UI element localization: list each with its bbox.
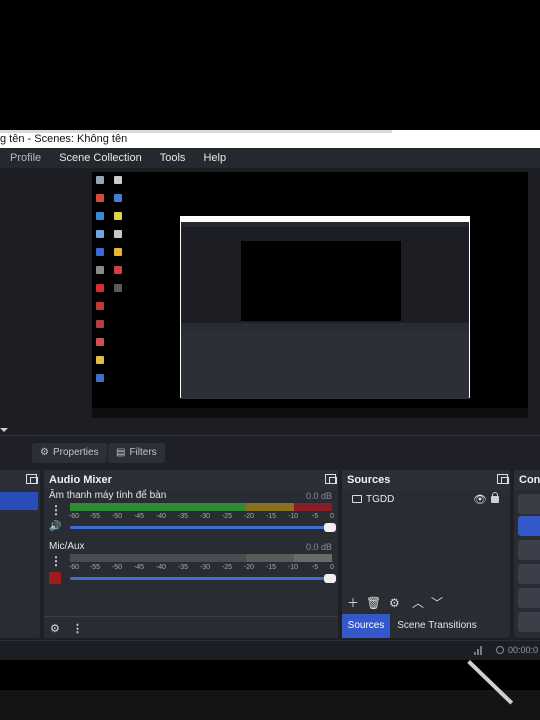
gear-icon[interactable]: ⚙ xyxy=(389,594,400,612)
title-bar-highlight xyxy=(0,130,392,133)
add-icon[interactable]: ＋ xyxy=(347,594,359,612)
signal-icon xyxy=(474,645,484,655)
properties-label: Properties xyxy=(52,447,99,458)
scenes-dock xyxy=(0,470,40,638)
menu-bar: Profile Scene Collection Tools Help xyxy=(0,148,540,168)
channel-name: Mic/Aux xyxy=(49,541,85,552)
menu-help[interactable]: Help xyxy=(203,152,234,164)
record-icon xyxy=(496,646,504,654)
undock-icon[interactable] xyxy=(26,474,38,484)
menu-dots-icon[interactable]: ⋮ xyxy=(72,622,83,635)
filters-button[interactable]: ▤ Filters xyxy=(108,443,165,463)
menu-profile[interactable]: Profile xyxy=(10,152,49,164)
gear-icon: ⚙ xyxy=(40,447,49,458)
channel-menu-icon[interactable]: ⋮ xyxy=(50,504,62,516)
desktop-icon xyxy=(114,230,122,238)
channel-name: Âm thanh máy tính để bàn xyxy=(49,490,167,501)
audio-mixer-title: Audio Mixer xyxy=(44,470,338,490)
desktop-icon xyxy=(96,266,104,274)
desktop-icon xyxy=(96,284,104,292)
slider-handle[interactable] xyxy=(324,523,336,532)
sources-dock: Sources TGDD 👁 ＋ 🗑 ⚙ ︿ ﹀ Sources Scene T… xyxy=(342,470,510,638)
menu-tools[interactable]: Tools xyxy=(160,152,194,164)
desktop-icon xyxy=(96,302,104,310)
source-name: TGDD xyxy=(366,494,395,505)
trash-icon[interactable]: 🗑 xyxy=(366,594,381,612)
preview-divider xyxy=(0,426,540,436)
window-title: g tên - Scenes: Không tên xyxy=(0,133,128,145)
desktop-icon xyxy=(96,248,104,256)
desktop-icon xyxy=(96,356,104,364)
monitor-icon xyxy=(352,495,362,503)
desktop-icon xyxy=(96,338,104,346)
scene-item-selected[interactable] xyxy=(0,492,38,510)
channel-db: 0.0 dB xyxy=(305,542,332,552)
volume-slider[interactable] xyxy=(70,574,336,583)
channel-db: 0.0 dB xyxy=(305,491,332,501)
desktop-icon xyxy=(114,194,122,202)
desktop-icon xyxy=(96,230,104,238)
control-button[interactable] xyxy=(518,612,540,632)
desktop-icon xyxy=(96,320,104,328)
properties-button[interactable]: ⚙ Properties xyxy=(32,443,107,463)
chevron-up-icon[interactable]: ︿ xyxy=(412,594,424,612)
meter-scale: -60 -55 -50 -45 -40 -35 -30 -25 -20 -15 … xyxy=(68,513,334,520)
undock-icon[interactable] xyxy=(497,474,509,484)
tab-sources[interactable]: Sources xyxy=(342,614,390,638)
status-time: 00:00:0 xyxy=(508,645,539,655)
controls-title: Cont xyxy=(514,470,540,490)
volume-slider[interactable] xyxy=(70,523,336,532)
desktop-icon xyxy=(96,176,104,184)
chevron-down-icon[interactable] xyxy=(0,428,8,432)
speaker-icon[interactable]: 🔊 xyxy=(49,521,63,533)
desktop-icon xyxy=(114,266,122,274)
chevron-down-icon[interactable]: ﹀ xyxy=(431,594,443,612)
mixer-footer: ⚙ ⋮ xyxy=(44,616,338,638)
slider-handle[interactable] xyxy=(324,574,336,583)
desktop-icon xyxy=(114,284,122,292)
nested-obs-window xyxy=(180,216,470,399)
sources-toolbar: ＋ 🗑 ⚙ ︿ ﹀ xyxy=(342,594,510,612)
desktop-taskbar xyxy=(92,408,528,418)
muted-speaker-icon[interactable] xyxy=(49,572,61,584)
menu-scene-collection[interactable]: Scene Collection xyxy=(59,152,150,164)
desktop-background xyxy=(0,660,540,690)
desktop-icon xyxy=(114,212,122,220)
preview-capture xyxy=(92,172,528,418)
audio-mixer-dock: Audio Mixer Âm thanh máy tính để bàn 0.0… xyxy=(44,470,338,638)
desktop-icon xyxy=(96,212,104,220)
controls-dock: Cont xyxy=(514,470,540,638)
meter-scale: -60 -55 -50 -45 -40 -35 -30 -25 -20 -15 … xyxy=(68,564,334,571)
gear-icon[interactable]: ⚙ xyxy=(50,622,60,635)
eye-icon[interactable]: 👁 xyxy=(473,492,487,508)
control-button[interactable] xyxy=(518,564,540,584)
lock-icon[interactable] xyxy=(491,492,499,503)
window-title-bar: g tên - Scenes: Không tên xyxy=(0,130,540,148)
desktop-icon xyxy=(114,248,122,256)
channel-menu-icon[interactable]: ⋮ xyxy=(50,555,62,567)
filters-label: Filters xyxy=(129,447,157,458)
control-button[interactable] xyxy=(518,494,540,514)
desktop-icon xyxy=(96,374,104,382)
status-bar: 00:00:0 xyxy=(0,640,540,660)
control-button[interactable] xyxy=(518,588,540,608)
desktop-taskbar-strip xyxy=(0,690,540,720)
start-streaming-button[interactable] xyxy=(518,516,540,536)
control-button[interactable] xyxy=(518,540,540,560)
filter-icon: ▤ xyxy=(116,447,126,458)
desktop-icon xyxy=(96,194,104,202)
undock-icon[interactable] xyxy=(325,474,337,484)
sources-title: Sources xyxy=(342,470,510,490)
desktop-icon xyxy=(114,176,122,184)
tab-scene-transitions[interactable]: Scene Transitions xyxy=(394,614,480,638)
